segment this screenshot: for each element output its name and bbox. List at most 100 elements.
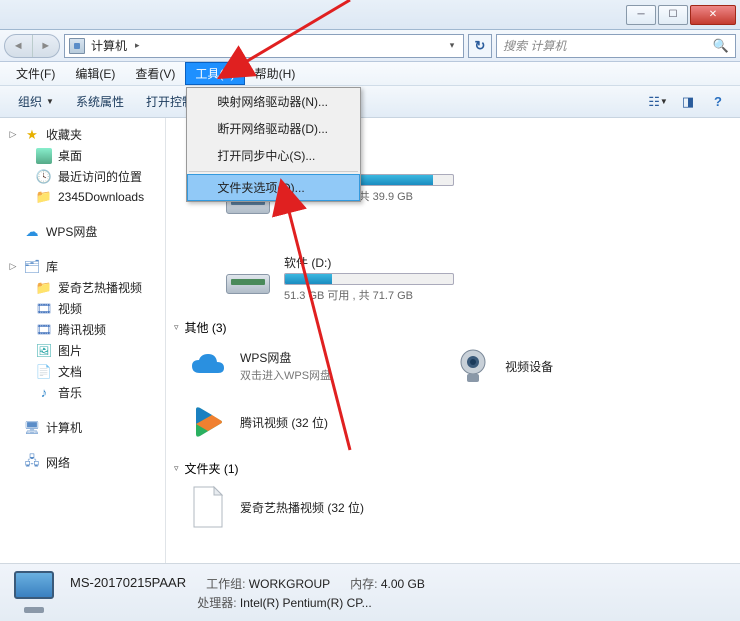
drive-usage-bar [284,273,454,285]
collapse-icon: ▷ [8,261,18,272]
other-items-row: WPS网盘 双击进入WPS网盘 视频设备 [166,340,740,396]
search-placeholder: 搜索 计算机 [503,37,566,54]
folder-icon: 📁 [36,189,52,205]
sidebar: ▷★收藏夹 桌面 🕓最近访问的位置 📁2345Downloads ☁WPS网盘 … [0,118,166,563]
video-icon: 🎞 [36,301,52,317]
tools-dropdown: 映射网络驱动器(N)... 断开网络驱动器(D)... 打开同步中心(S)...… [186,87,361,202]
network-icon: 🖧 [24,455,40,471]
sidebar-favorites-group: ▷★收藏夹 桌面 🕓最近访问的位置 📁2345Downloads [0,124,165,207]
toolbar-preview-pane-button[interactable]: ◨ [674,90,702,114]
sidebar-item-desktop[interactable]: 桌面 [0,145,165,166]
item-wps[interactable]: WPS网盘 双击进入WPS网盘 [186,344,331,388]
titlebar: ─ ☐ ✕ [0,0,740,30]
address-bar[interactable]: 计算机 ▸ ▾ [64,34,464,58]
document-icon: 📄 [36,364,52,380]
item-video-device[interactable]: 视频设备 [451,344,553,388]
cloud-icon [186,344,230,388]
sidebar-wps[interactable]: ☁WPS网盘 [0,221,165,242]
item-iqiyi-folder[interactable]: 爱奇艺热播视频 (32 位) [186,485,364,529]
drive-label: 软件 (D:) [284,254,464,271]
close-icon: ✕ [709,9,717,20]
menu-tools[interactable]: 工具(T) 映射网络驱动器(N)... 断开网络驱动器(D)... 打开同步中心… [185,62,244,85]
computer-icon [69,38,85,54]
status-computer-name: MS-20170215PAAR [70,575,186,592]
sidebar-item-documents[interactable]: 📄文档 [0,361,165,382]
statusbar: MS-20170215PAAR 工作组: WORKGROUP 内存: 4.00 … [0,563,740,621]
close-button[interactable]: ✕ [690,5,736,25]
menubar: 文件(F) 编辑(E) 查看(V) 工具(T) 映射网络驱动器(N)... 断开… [0,62,740,86]
nav-history-buttons: ◄ ► [4,34,60,58]
dd-open-sync-center[interactable]: 打开同步中心(S)... [187,142,360,169]
collapse-icon: ▷ [8,129,18,140]
breadcrumb-text[interactable]: 计算机 [91,37,127,54]
other-items-row-2: 腾讯视频 (32 位) [166,396,740,452]
dd-folder-options[interactable]: 文件夹选项(O)... [187,174,360,201]
toolbar-system-properties[interactable]: 系统属性 [66,89,134,114]
drive-d[interactable]: 软件 (D:) 51.3 GB 可用 , 共 71.7 GB [226,254,464,303]
menu-edit[interactable]: 编辑(E) [65,62,125,85]
refresh-button[interactable]: ↻ [468,34,492,58]
sidebar-computer[interactable]: 🖥计算机 [0,417,165,438]
video-icon: 🎞 [36,322,52,338]
sidebar-item-downloads[interactable]: 📁2345Downloads [0,187,165,207]
menu-tools-label: 工具(T) [195,67,234,81]
chevron-down-icon: ▼ [46,97,54,106]
sidebar-favorites[interactable]: ▷★收藏夹 [0,124,165,145]
sidebar-item-video[interactable]: 🎞视频 [0,298,165,319]
refresh-icon: ↻ [475,38,486,54]
sidebar-library[interactable]: ▷🗂库 [0,256,165,277]
forward-button[interactable]: ► [33,35,60,57]
sidebar-item-tencent[interactable]: 🎞腾讯视频 [0,319,165,340]
sidebar-item-pictures[interactable]: 🖼图片 [0,340,165,361]
menu-help[interactable]: 帮助(H) [245,62,306,85]
search-icon[interactable]: 🔍 [713,38,729,54]
sidebar-computer-group: 🖥计算机 [0,417,165,438]
sidebar-wps-group: ☁WPS网盘 [0,221,165,242]
file-icon [186,485,230,529]
tencent-video-icon [186,400,230,444]
search-input[interactable]: 搜索 计算机 🔍 [496,34,736,58]
sidebar-item-music[interactable]: ♪音乐 [0,382,165,403]
cloud-icon: ☁ [24,224,40,240]
preview-icon: ◨ [682,94,694,110]
music-icon: ♪ [36,385,52,401]
dd-separator [189,171,358,172]
toolbar: 组织▼ 系统属性 打开控制面板 ☷▼ ◨ ? [0,86,740,118]
sidebar-item-iqiyi[interactable]: 📁爱奇艺热播视频 [0,277,165,298]
drive-icon [226,254,274,294]
back-button[interactable]: ◄ [5,35,33,57]
sidebar-network[interactable]: 🖧网络 [0,452,165,473]
collapse-icon: ▿ [174,322,179,333]
item-tencent-video[interactable]: 腾讯视频 (32 位) [186,400,328,444]
dd-map-network-drive[interactable]: 映射网络驱动器(N)... [187,88,360,115]
section-other[interactable]: ▿其他 (3) [166,311,740,340]
body: ▷★收藏夹 桌面 🕓最近访问的位置 📁2345Downloads ☁WPS网盘 … [0,118,740,563]
breadcrumb-arrow-icon[interactable]: ▸ [133,40,142,51]
menu-file[interactable]: 文件(F) [6,62,65,85]
minimize-button[interactable]: ─ [626,5,656,25]
menu-view[interactable]: 查看(V) [125,62,185,85]
maximize-icon: ☐ [669,9,678,20]
collapse-icon: ▿ [174,463,179,474]
help-icon: ? [714,94,722,109]
computer-large-icon [10,571,58,615]
address-dropdown-icon[interactable]: ▾ [445,40,459,51]
desktop-icon [36,148,52,164]
maximize-button[interactable]: ☐ [658,5,688,25]
drive-free-text: 51.3 GB 可用 , 共 71.7 GB [284,287,464,303]
sidebar-library-group: ▷🗂库 📁爱奇艺热播视频 🎞视频 🎞腾讯视频 🖼图片 📄文档 ♪音乐 [0,256,165,403]
minimize-icon: ─ [637,9,644,20]
dd-disconnect-network-drive[interactable]: 断开网络驱动器(D)... [187,115,360,142]
computer-icon: 🖥 [24,420,40,436]
picture-icon: 🖼 [36,343,52,359]
star-icon: ★ [24,127,40,143]
toolbar-help-button[interactable]: ? [704,90,732,114]
sidebar-item-recent[interactable]: 🕓最近访问的位置 [0,166,165,187]
section-folders[interactable]: ▿文件夹 (1) [166,452,740,481]
folders-row: 爱奇艺热播视频 (32 位) [166,481,740,537]
navbar: ◄ ► 计算机 ▸ ▾ ↻ 搜索 计算机 🔍 [0,30,740,62]
view-icon: ☷ [648,94,660,110]
sidebar-network-group: 🖧网络 [0,452,165,473]
toolbar-view-button[interactable]: ☷▼ [644,90,672,114]
toolbar-organize[interactable]: 组织▼ [8,89,64,114]
